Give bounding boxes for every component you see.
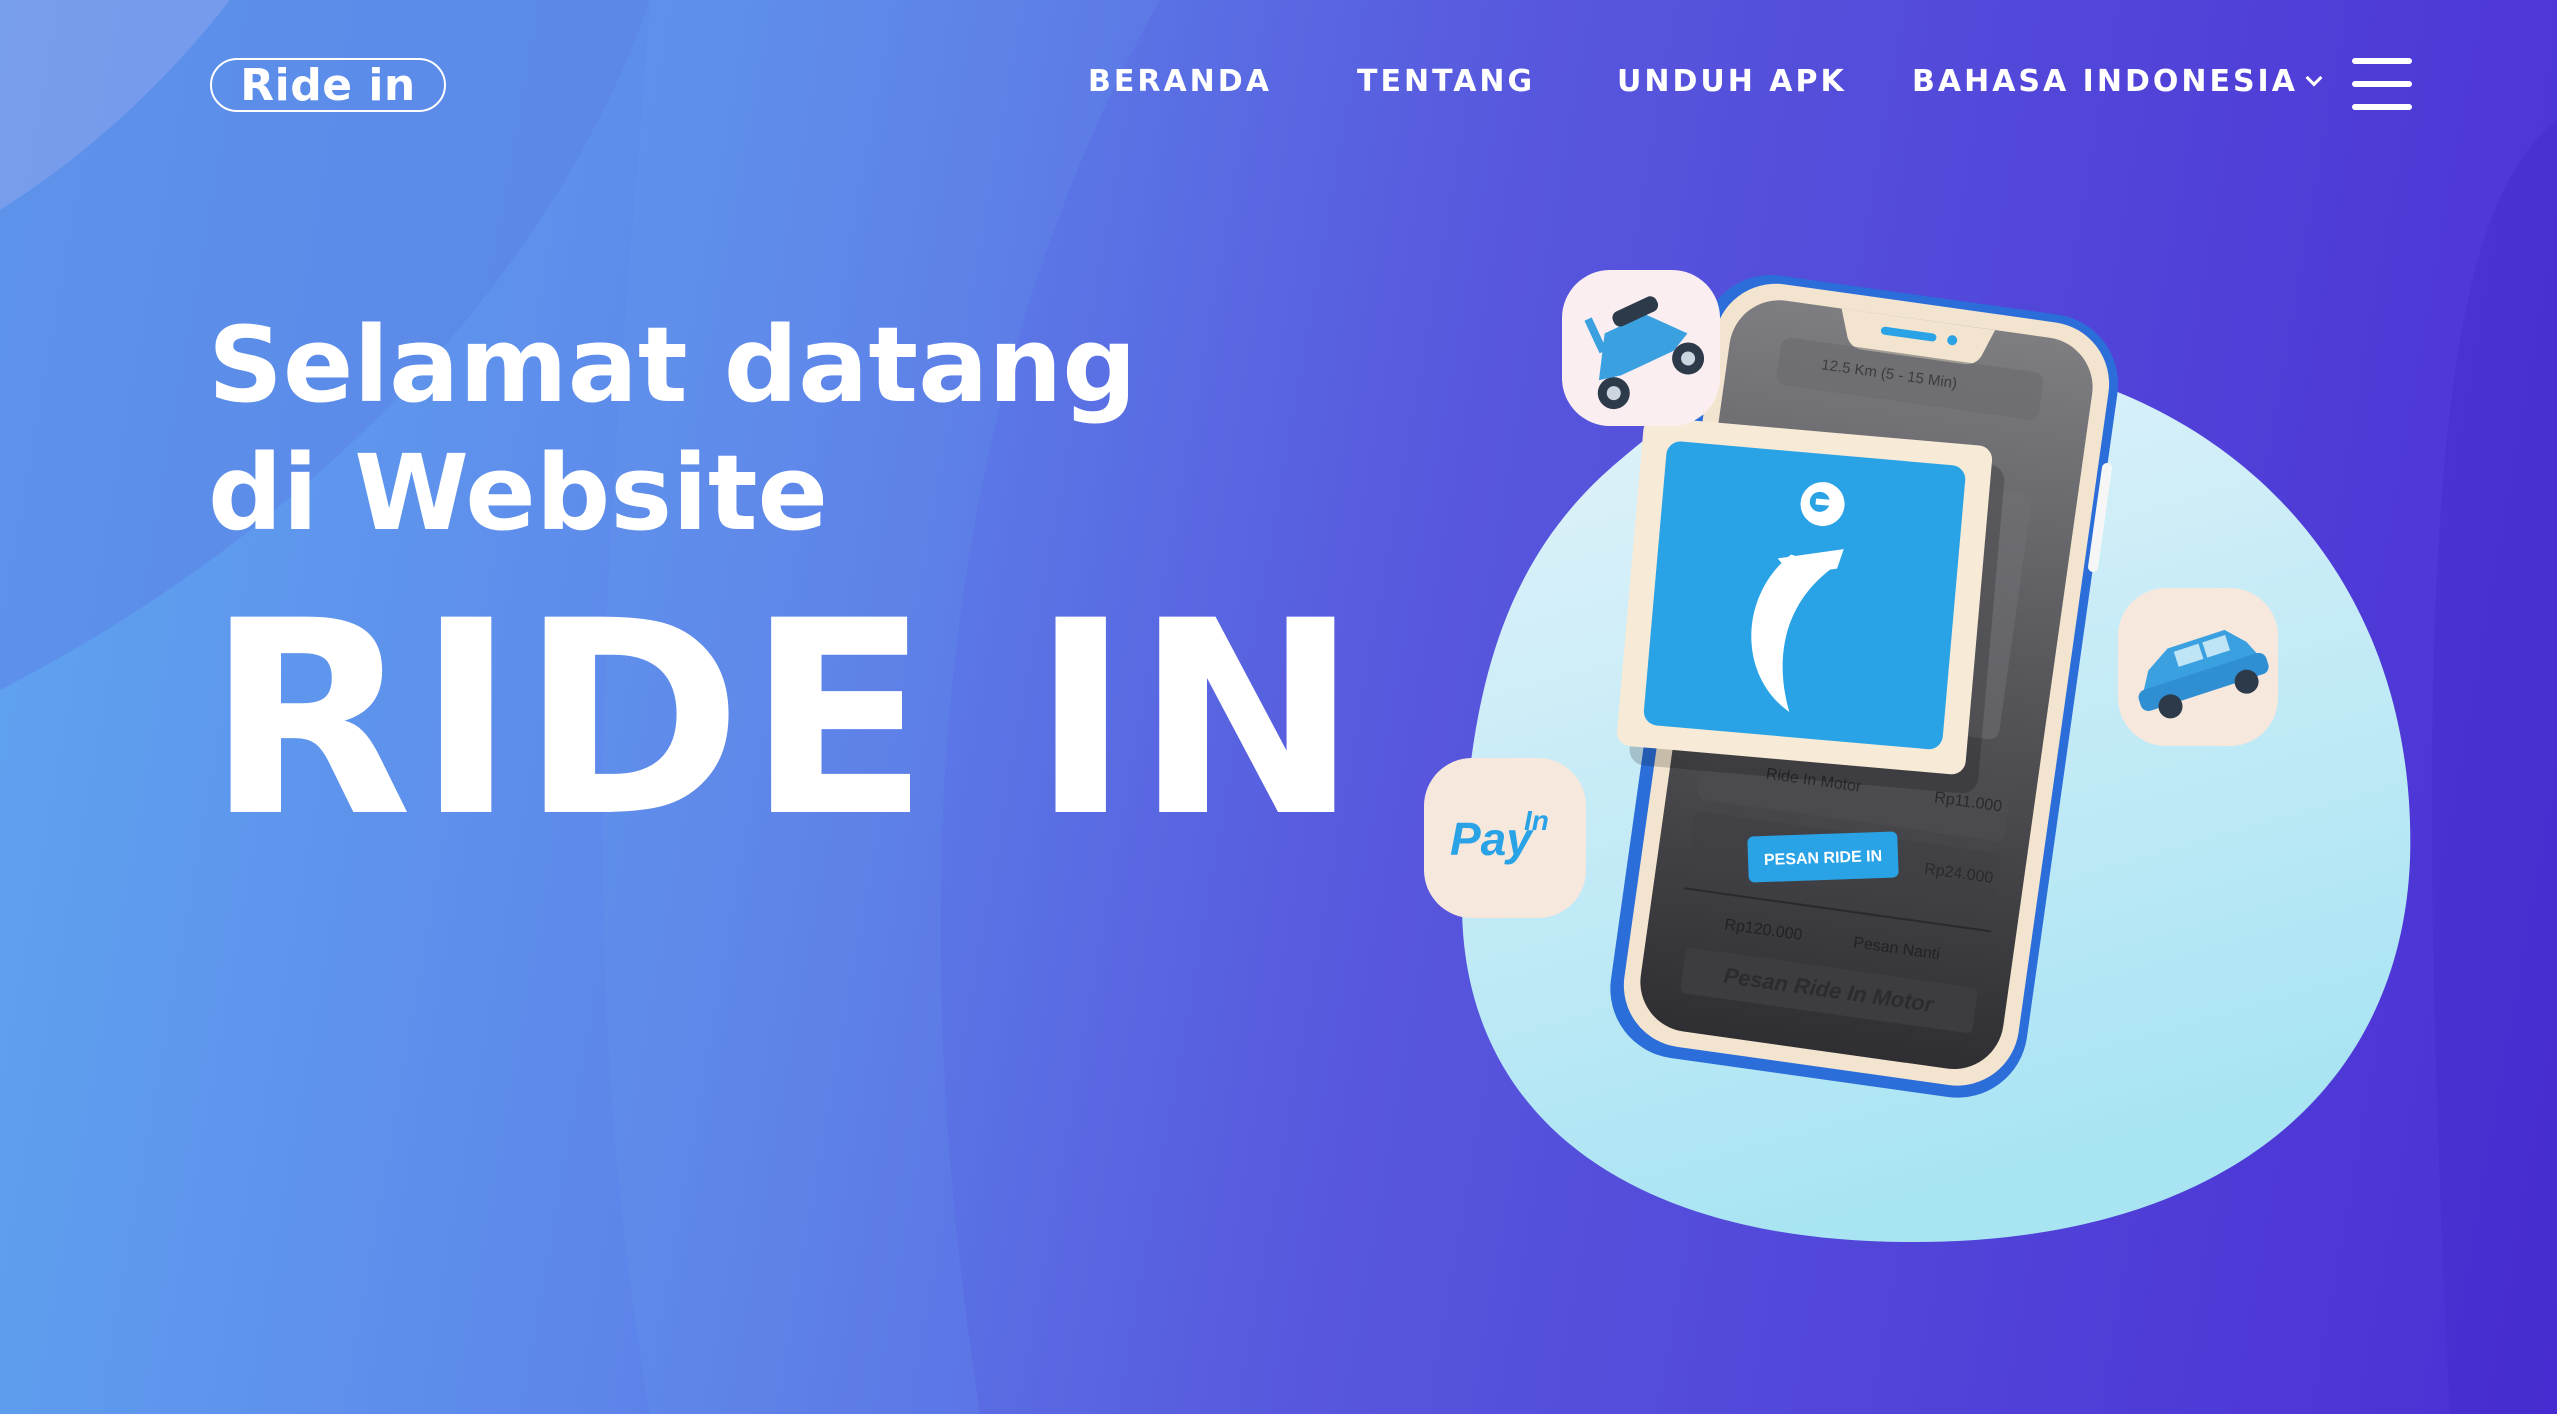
motorcycle-badge — [1562, 270, 1720, 426]
phone-illustration: 12.5 Km (5 - 15 Min) Ride In Motor Rp11.… — [1424, 270, 2411, 1243]
payin-badge: Pay In — [1424, 758, 1586, 918]
payin-badge-superscript: In — [1524, 805, 1549, 836]
app-logo-card — [1616, 417, 2005, 794]
car-badge — [2118, 588, 2278, 746]
payin-badge-text: Pay — [1450, 813, 1534, 865]
order-ride-button: PESAN RIDE IN — [1747, 831, 1899, 883]
